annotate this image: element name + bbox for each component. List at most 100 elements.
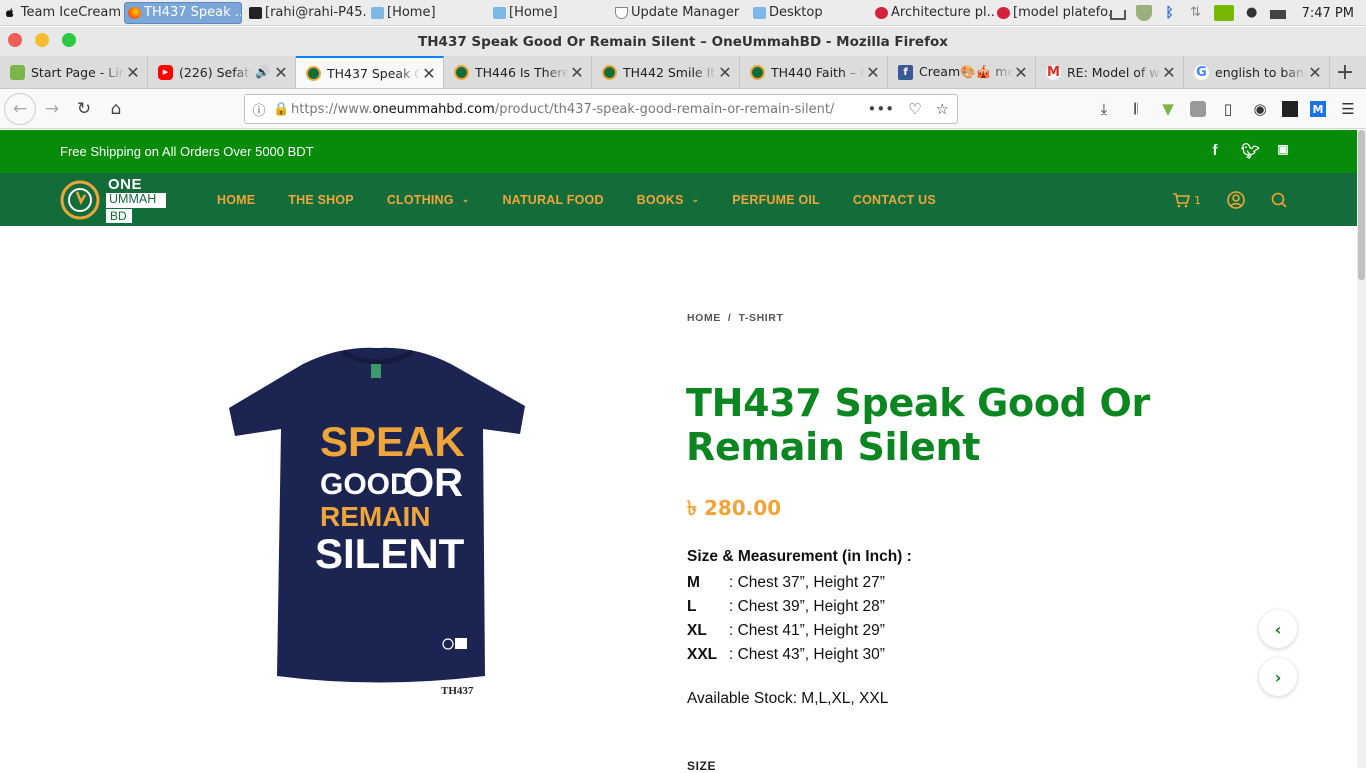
home-button[interactable]: ⌂ [100, 93, 132, 125]
product-price: ৳ 280.00 [687, 494, 781, 527]
cart-button[interactable]: 1 [1172, 192, 1201, 208]
twitter-icon[interactable]: 🐦︎ [1241, 142, 1260, 160]
taskbar-item-team-icecream[interactable]: Team IceCream [0, 2, 124, 24]
site-logo[interactable]: ONE UMMAH BD [60, 176, 168, 224]
tab-google[interactable]: G english to bangla ✕ [1184, 56, 1330, 88]
shirt-text-good: GOOD [320, 468, 412, 501]
size-spec: : Chest 37”, Height 27” [729, 574, 885, 591]
youtube-icon: ▶ [158, 64, 173, 80]
tab-facebook[interactable]: f Cream🎨🎪 mess ✕ [888, 56, 1036, 88]
menu-hamburger-icon[interactable]: ☰ [1338, 99, 1358, 119]
close-tab-icon[interactable]: ✕ [569, 63, 585, 82]
scrollbar-thumb[interactable] [1358, 130, 1365, 280]
pocket-icon[interactable]: ♡ [908, 100, 921, 118]
tab-youtube[interactable]: ▶ (226) Sefatul Hassan 🔊 ✕ [148, 56, 296, 88]
menu-item-perfume-oil[interactable]: PERFUME OIL [732, 193, 820, 207]
minimize-window-button[interactable] [35, 33, 49, 47]
facebook-icon[interactable]: f [1207, 142, 1223, 160]
taskbar-item-update-manager[interactable]: Update Manager [612, 2, 750, 24]
close-tab-icon[interactable]: ✕ [865, 63, 881, 82]
library-icon[interactable]: 𝄃 [1126, 99, 1146, 119]
youtube-icon[interactable]: ▣ [1275, 142, 1291, 160]
user-icon[interactable]: ● [1244, 5, 1260, 21]
close-tab-icon[interactable]: ✕ [717, 63, 733, 82]
menu-item-contact-us[interactable]: CONTACT US [853, 193, 936, 207]
menu-item-home[interactable]: HOME [217, 193, 255, 207]
menu-item-natural-food[interactable]: NATURAL FOOD [502, 193, 603, 207]
taskbar-item-firefox[interactable]: TH437 Speak ... [124, 1, 242, 24]
tab-th446[interactable]: TH446 Is There ✕ [444, 56, 592, 88]
new-tab-button[interactable]: + [1330, 56, 1360, 88]
mint-icon [10, 64, 25, 80]
taskbar-item-architecture[interactable]: Architecture pl... [872, 2, 994, 24]
url-bar[interactable]: ⓘ 🔒 https://www. oneummahbd.com/product/t… [244, 94, 958, 124]
sync-icon[interactable]: ⇅ [1188, 5, 1204, 21]
speaker-icon[interactable]: 🔊 [255, 65, 270, 79]
clock[interactable]: 7:47 PM [1302, 6, 1354, 21]
reload-button[interactable]: ↻ [68, 93, 100, 125]
tab-gmail[interactable]: M RE: Model of web ✕ [1036, 56, 1184, 88]
download-icon[interactable]: ⤓ [1094, 99, 1114, 119]
close-tab-icon[interactable]: ✕ [421, 64, 437, 83]
battery-icon[interactable] [1269, 9, 1286, 19]
logo-text-ummah: UMMAH [109, 192, 157, 206]
bluetooth-icon[interactable]: ᛒ [1162, 5, 1178, 21]
breadcrumb-t-shirt[interactable]: T-SHIRT [738, 312, 783, 324]
eye-extension-icon[interactable]: ◉ [1250, 99, 1270, 119]
android-extension-icon[interactable]: ▼ [1158, 99, 1178, 119]
search-icon[interactable] [1271, 192, 1287, 208]
menu-item-label: HOME [217, 192, 256, 207]
url-prefix: https://www. [291, 101, 373, 117]
previous-product-button[interactable]: ‹ [1259, 610, 1297, 648]
close-window-button[interactable] [8, 33, 22, 47]
menu-item-clothing[interactable]: CLOTHING ⌄ [387, 193, 470, 207]
tab-th440[interactable]: TH440 Faith – One ✕ [740, 56, 888, 88]
system-tray: ᛒ ⇅ ● 7:47 PM [1109, 0, 1366, 26]
logo-text-one: ONE [108, 176, 143, 193]
extension-m-icon[interactable]: M [1310, 101, 1326, 117]
taskbar-item-model-platefo[interactable]: [model platefo... [994, 2, 1112, 24]
page-actions-icon[interactable]: ••• [868, 100, 895, 118]
close-tab-icon[interactable]: ✕ [273, 63, 289, 82]
breadcrumb-home[interactable]: HOME [687, 312, 721, 324]
bookmark-star-icon[interactable]: ☆ [936, 100, 949, 118]
lock-icon[interactable]: 🔒 [273, 102, 289, 117]
size-heading: Size & Measurement (in Inch) : [687, 548, 912, 565]
image-caption: TH437 [441, 685, 474, 697]
extension-gray-icon[interactable] [1190, 101, 1206, 117]
close-tab-icon[interactable]: ✕ [1013, 63, 1029, 82]
security-shield-icon[interactable] [1135, 5, 1152, 21]
tab-th437[interactable]: TH437 Speak Good ✕ [296, 56, 444, 88]
menu-item-the-shop[interactable]: THE SHOP [288, 193, 354, 207]
taskbar-item-label: [model platefo... [1013, 5, 1112, 20]
close-tab-icon[interactable]: ✕ [1307, 63, 1323, 82]
product-content: SPEAK GOOD OR REMAIN SILENT TH437 HOME / T… [0, 226, 1357, 773]
tab-start-page[interactable]: Start Page - Linux Mint ✕ [0, 56, 148, 88]
close-tab-icon[interactable]: ✕ [125, 63, 141, 82]
extension-dark-icon[interactable] [1282, 101, 1298, 117]
close-tab-icon[interactable]: ✕ [1161, 63, 1177, 82]
taskbar-item-desktop[interactable]: Desktop [750, 2, 872, 24]
account-icon[interactable] [1227, 191, 1245, 209]
page-scrollbar[interactable] [1357, 130, 1366, 768]
reload-icon: ↻ [76, 98, 92, 119]
sidebar-icon[interactable]: ▯ [1218, 99, 1238, 119]
next-product-button[interactable]: › [1259, 658, 1297, 696]
product-image[interactable]: SPEAK GOOD OR REMAIN SILENT TH437 [225, 344, 530, 704]
nvidia-icon[interactable] [1213, 5, 1234, 21]
taskbar-item-label: [Home] [387, 5, 436, 20]
taskbar-item-home[interactable]: [Home] [368, 2, 490, 24]
apple-icon [6, 8, 14, 18]
info-icon[interactable]: ⓘ [245, 100, 273, 119]
back-button[interactable]: ← [4, 92, 36, 125]
network-icon[interactable] [1109, 10, 1126, 20]
forward-button[interactable]: → [36, 93, 68, 125]
menu-item-books[interactable]: BOOKS ⌄ [637, 193, 700, 207]
browser-navbar: ← → ↻ ⌂ ⓘ 🔒 https://www. oneummahbd.com/p… [0, 89, 1366, 129]
shirt-text-speak: SPEAK [320, 418, 465, 465]
size-spec: : Chest 41”, Height 29” [729, 622, 885, 639]
taskbar-item-terminal[interactable]: [rahi@rahi-P45... [246, 2, 368, 24]
tab-th442[interactable]: TH442 Smile It's ✕ [592, 56, 740, 88]
taskbar-item-home-2[interactable]: [Home] [490, 2, 612, 24]
maximize-window-button[interactable] [62, 33, 76, 47]
